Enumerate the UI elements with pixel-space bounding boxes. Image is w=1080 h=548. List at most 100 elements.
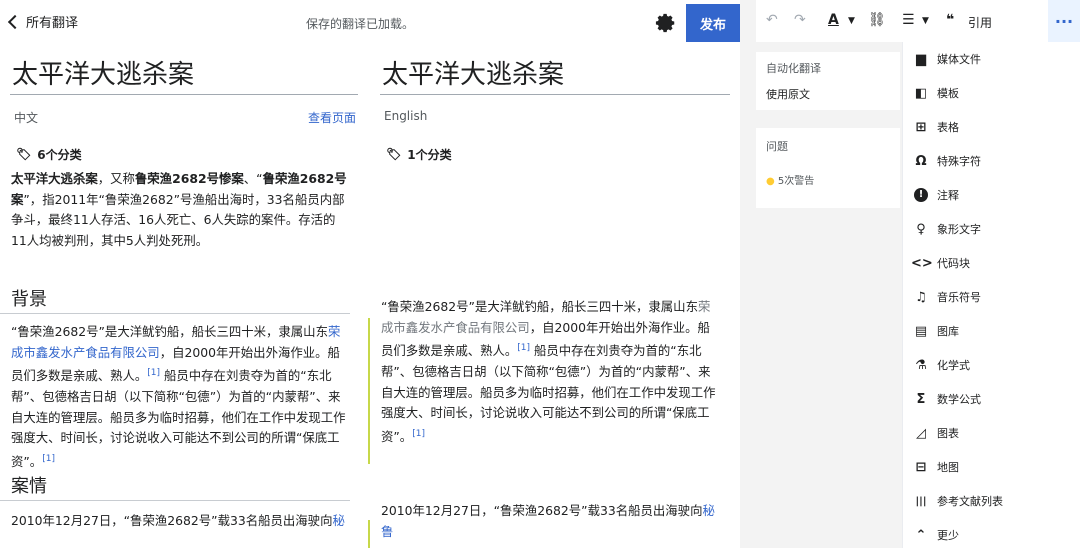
media-icon: ▆ xyxy=(916,51,926,67)
tag-icon: 🏷 xyxy=(386,147,402,161)
use-source-option[interactable]: 使用原文 xyxy=(756,84,900,104)
chevron-left-icon xyxy=(7,14,23,29)
intro-text: ，又称 xyxy=(97,171,135,186)
source-language: 中文 xyxy=(14,111,39,125)
view-page-link[interactable]: 查看页面 xyxy=(308,109,356,129)
menu-item-references-list[interactable]: ||| 参考文献列表 xyxy=(903,484,1080,518)
issues-card[interactable]: 问题 ● 5次警告 xyxy=(756,128,900,208)
menu-item-comment[interactable]: ! 注释 xyxy=(903,178,1080,212)
quote-icon[interactable]: ❝ xyxy=(946,12,954,28)
reference-marker[interactable]: [1] xyxy=(147,368,160,378)
intro-bold-term: 鲁荣渔2682号惨案 xyxy=(134,171,244,186)
paragraph-text: “鲁荣渔2682号”是大洋鱿钓船，船长三四十米，隶属山东 xyxy=(381,299,698,314)
comment-icon: ! xyxy=(914,188,928,202)
back-to-all-translations-link[interactable]: 所有翻译 xyxy=(6,12,78,31)
target-case-paragraph[interactable]: 2010年12月27日，“鲁荣渔2682号”载33名船员出海驶向秘鲁 xyxy=(370,475,720,542)
menu-item-map[interactable]: ⊟ 地图 xyxy=(903,450,1080,484)
gallery-icon: ▤ xyxy=(914,323,928,339)
warnings-count: 5次警告 xyxy=(777,176,815,187)
paragraph-text: “鲁荣渔2682号”是大洋鱿钓船，船长三四十米，隶属山东 xyxy=(11,324,328,339)
menu-item-label: 参考文献列表 xyxy=(937,495,1003,508)
paragraph-text: 船员中存在刘贵夺为首的“东北帮”、包德格吉日胡（以下简称“包德”）为首的“内蒙帮… xyxy=(381,343,716,444)
more-options-button[interactable]: ··· xyxy=(1048,0,1080,42)
hieroglyph-icon: ♀ xyxy=(916,221,926,237)
paragraph-text: 船员中存在刘贵夺为首的“东北帮”、包德格吉日胡（以下简称“包德”）为首的“内蒙帮… xyxy=(11,368,346,469)
target-title[interactable]: 太平洋大逃杀案 xyxy=(370,44,740,94)
insert-menu: ▆ 媒体文件 ◧ 模板 ⊞ 表格 Ω 特殊字符 ! 注释 ♀ 象形文字 <> 代码块 ♫ 音乐符… xyxy=(902,42,1080,548)
section-heading-case[interactable]: 案情 xyxy=(0,472,350,501)
target-background-paragraph[interactable]: “鲁荣渔2682号”是大洋鱿钓船，船长三四十米，隶属山东荣成市鑫发水产食品有限公… xyxy=(370,293,720,475)
paragraph-change-marker xyxy=(368,318,370,464)
menu-item-chart[interactable]: ◿ 图表 xyxy=(903,416,1080,450)
chevron-up-icon: ⌃ xyxy=(915,527,927,543)
target-categories[interactable]: 🏷 1个分类 xyxy=(370,129,740,165)
source-title: 太平洋大逃杀案 xyxy=(12,60,195,90)
flask-icon: ⚗ xyxy=(915,357,927,373)
tag-icon: 🏷 xyxy=(16,147,32,161)
menu-item-chemical-formula[interactable]: ⚗ 化学式 xyxy=(903,348,1080,382)
menu-item-less[interactable]: ⌃ 更少 xyxy=(903,518,1080,548)
menu-item-label: 地图 xyxy=(937,461,959,474)
country-link[interactable]: 秘 xyxy=(332,513,344,528)
menu-item-template[interactable]: ◧ 模板 xyxy=(903,76,1080,110)
menu-item-label: 数学公式 xyxy=(937,393,981,406)
menu-item-label: 更少 xyxy=(937,529,959,542)
target-column: 太平洋大逃杀案 English 🏷 1个分类 “鲁荣渔2682号”是大洋鱿钓船，… xyxy=(370,44,740,542)
list-icon[interactable]: ☰ xyxy=(902,12,915,28)
menu-item-label: 图库 xyxy=(937,325,959,338)
redo-icon[interactable]: ↷ xyxy=(794,12,806,28)
references-icon: ||| xyxy=(915,495,927,507)
source-background-paragraph[interactable]: “鲁荣渔2682号”是大洋鱿钓船，船长三四十米，隶属山东荣成市鑫发水产食品有限公… xyxy=(0,314,350,472)
menu-item-code-block[interactable]: <> 代码块 xyxy=(903,246,1080,280)
menu-item-table[interactable]: ⊞ 表格 xyxy=(903,110,1080,144)
gear-icon[interactable] xyxy=(655,12,677,34)
source-case-paragraph[interactable]: 2010年12月27日，“鲁荣渔2682号”载33名船员出海驶向秘 xyxy=(0,501,350,532)
warnings-row[interactable]: ● 5次警告 xyxy=(756,164,900,195)
menu-item-special-characters[interactable]: Ω 特殊字符 xyxy=(903,144,1080,178)
intro-text: ”，指2011年“鲁荣渔2682”号渔船出海时，33名船员内部争斗，最终11人存… xyxy=(11,191,345,248)
source-intro-paragraph[interactable]: 太平洋大逃杀案，又称鲁荣渔2682号惨案、“鲁荣渔2682号案”，指2011年“… xyxy=(0,165,350,257)
menu-item-math-formula[interactable]: Σ 数学公式 xyxy=(903,382,1080,416)
source-language-row: 中文 查看页面 xyxy=(0,95,360,129)
warning-dot-icon: ● xyxy=(766,176,775,187)
menu-item-media[interactable]: ▆ 媒体文件 xyxy=(903,42,1080,76)
chevron-down-icon[interactable]: ▼ xyxy=(922,16,929,26)
menu-item-music-notation[interactable]: ♫ 音乐符号 xyxy=(903,280,1080,314)
auto-translate-card[interactable]: 自动化翻译 使用原文 xyxy=(756,52,900,110)
template-icon: ◧ xyxy=(914,85,928,101)
reference-marker[interactable]: [1] xyxy=(517,343,530,353)
reference-marker[interactable]: [1] xyxy=(42,454,55,464)
editor-toolbar: ↶ ↷ A ▼ ⛓ ☰ ▼ ❝ 引用 ··· xyxy=(756,0,1080,42)
link-icon[interactable]: ⛓ xyxy=(868,12,886,28)
menu-item-label: 注释 xyxy=(937,189,959,202)
target-language-row: English xyxy=(370,95,740,129)
menu-item-label: 代码块 xyxy=(937,257,970,270)
source-categories[interactable]: 🏷 6个分类 xyxy=(0,129,360,165)
sigma-icon: Σ xyxy=(916,391,926,407)
menu-item-label: 化学式 xyxy=(937,359,970,372)
issues-label: 问题 xyxy=(766,140,788,153)
target-categories-label: 1个分类 xyxy=(407,147,452,162)
section-heading-background[interactable]: 背景 xyxy=(0,285,350,314)
cite-button[interactable]: 引用 xyxy=(968,14,992,31)
intro-bold-term: 太平洋大逃杀案 xyxy=(11,171,98,186)
chevron-down-icon[interactable]: ▼ xyxy=(848,16,855,26)
target-language: English xyxy=(384,109,428,123)
music-icon: ♫ xyxy=(915,289,927,305)
chart-icon: ◿ xyxy=(916,425,926,441)
menu-item-hieroglyphs[interactable]: ♀ 象形文字 xyxy=(903,212,1080,246)
menu-item-label: 表格 xyxy=(937,121,959,134)
menu-item-label: 图表 xyxy=(937,427,959,440)
text-style-icon[interactable]: A xyxy=(828,12,839,28)
menu-item-label: 特殊字符 xyxy=(937,155,981,168)
publish-button[interactable]: 发布 xyxy=(686,4,740,42)
paragraph-text: 2010年12月27日，“鲁荣渔2682号”载33名船员出海驶向 xyxy=(11,513,333,528)
menu-item-label: 模板 xyxy=(937,87,959,100)
table-icon: ⊞ xyxy=(915,119,927,135)
reference-marker[interactable]: [1] xyxy=(412,429,425,439)
undo-icon[interactable]: ↶ xyxy=(766,12,778,28)
back-label: 所有翻译 xyxy=(26,16,79,31)
top-bar: 所有翻译 保存的翻译已加载。 发布 xyxy=(0,0,740,44)
menu-item-gallery[interactable]: ▤ 图库 xyxy=(903,314,1080,348)
paragraph-change-marker xyxy=(368,520,370,548)
